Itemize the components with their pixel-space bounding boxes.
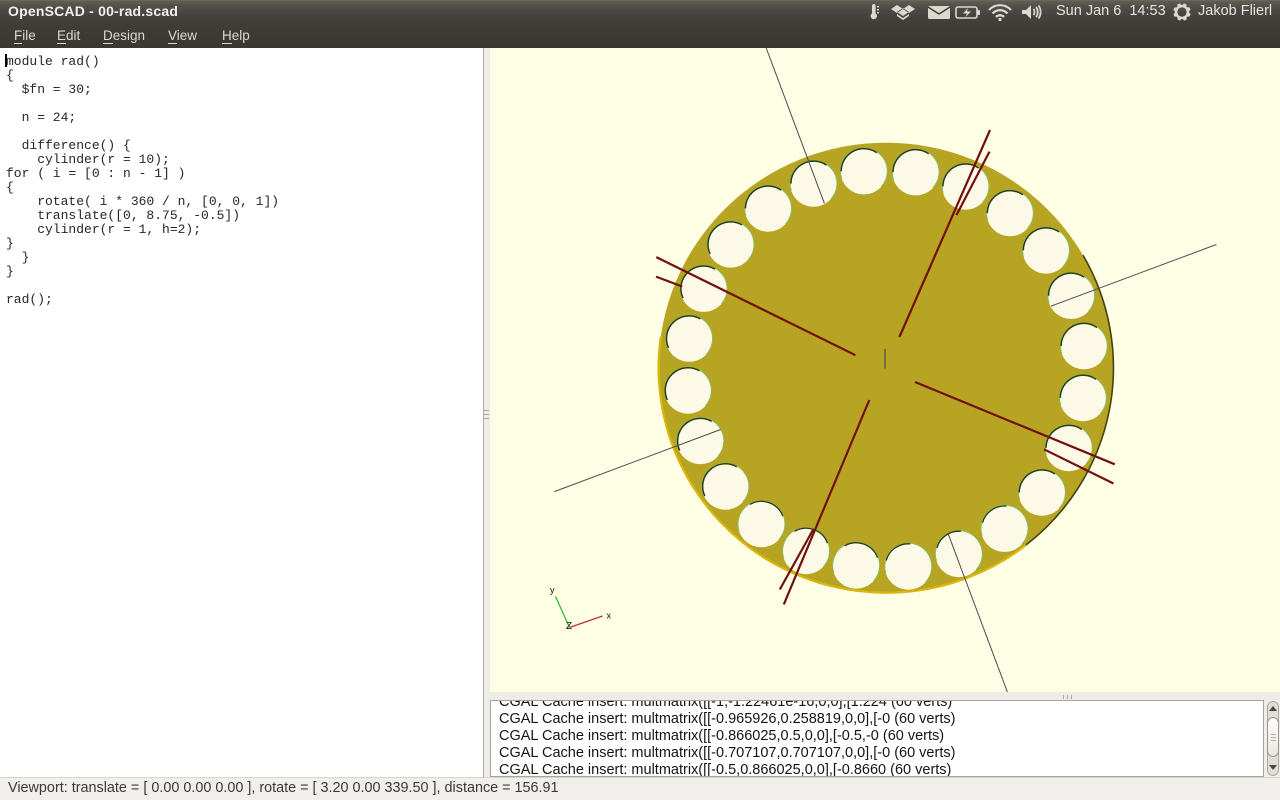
svg-text:x: x: [607, 611, 612, 621]
svg-text:Z: Z: [566, 621, 572, 632]
svg-text:y: y: [550, 585, 555, 595]
